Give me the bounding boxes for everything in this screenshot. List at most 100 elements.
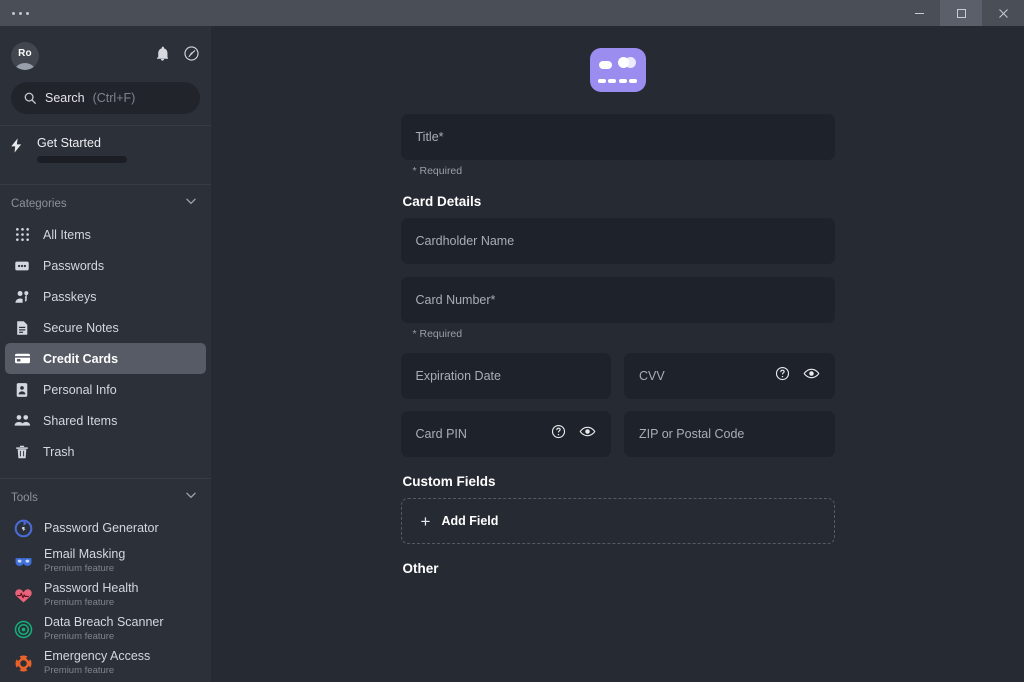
zip-postal-code-input[interactable]: ZIP or Postal Code xyxy=(624,411,835,457)
expiration-date-placeholder: Expiration Date xyxy=(415,369,501,383)
tool-item-body: Password Generator xyxy=(44,521,159,536)
grid-icon xyxy=(13,227,31,242)
bell-icon[interactable] xyxy=(154,45,171,67)
tools-list: Password Generator Email Masking Premium… xyxy=(0,513,211,680)
app-window: Ro Search (Ctrl+F) Get Started Categorie… xyxy=(0,0,1024,682)
get-started-progress-track xyxy=(37,156,127,163)
sidebar-item-trash[interactable]: Trash xyxy=(5,436,206,467)
close-button[interactable] xyxy=(982,0,1024,26)
card-pin-placeholder: Card PIN xyxy=(415,427,467,441)
lifebuoy-icon xyxy=(13,653,33,673)
title-required-note: * Required xyxy=(412,165,463,177)
chevron-down-icon[interactable] xyxy=(184,488,198,507)
sidebar-item-label: Trash xyxy=(43,444,75,459)
tool-item-email-masking[interactable]: Email Masking Premium feature xyxy=(5,544,206,578)
card-pin-input[interactable]: Card PIN xyxy=(400,411,611,457)
categories-section-header[interactable]: Categories xyxy=(0,185,211,219)
sidebar-item-shared-items[interactable]: Shared Items xyxy=(5,405,206,436)
tool-item-premium-label: Premium feature xyxy=(44,563,115,574)
credit-card-icon xyxy=(13,350,31,367)
card-details-heading: Card Details xyxy=(402,194,482,209)
chevron-down-icon[interactable] xyxy=(184,194,198,213)
tools-section-header[interactable]: Tools xyxy=(0,479,211,513)
tool-item-premium-label: Premium feature xyxy=(44,597,115,608)
expiration-cvv-row: Expiration Date CVV xyxy=(400,353,835,399)
heart-pulse-icon xyxy=(13,585,33,605)
card-chip-shape xyxy=(598,61,612,69)
minimize-button[interactable] xyxy=(898,0,940,26)
card-number-placeholder: Card Number* xyxy=(415,293,496,307)
eye-icon[interactable] xyxy=(803,365,820,387)
sidebar-item-secure-notes[interactable]: Secure Notes xyxy=(5,312,206,343)
avatar-initials: Ro xyxy=(18,48,32,59)
custom-fields-heading: Custom Fields xyxy=(402,474,496,489)
sidebar-header-icons xyxy=(154,45,200,67)
sidebar-item-label: All Items xyxy=(43,227,91,242)
sidebar-header: Ro Search (Ctrl+F) xyxy=(0,26,211,114)
app-menu-icon[interactable] xyxy=(12,11,29,15)
tool-item-body: Email Masking Premium feature xyxy=(44,547,125,575)
tool-item-label: Email Masking xyxy=(44,547,126,561)
tools-title: Tools xyxy=(11,491,38,504)
gear-icon[interactable] xyxy=(183,45,200,67)
title-bar-left xyxy=(0,11,29,15)
scanner-icon xyxy=(13,619,33,639)
sidebar-item-credit-cards[interactable]: Credit Cards xyxy=(5,343,206,374)
add-field-label: Add Field xyxy=(441,514,499,528)
zip-placeholder: ZIP or Postal Code xyxy=(639,427,745,441)
tool-item-label: Emergency Access xyxy=(44,649,151,663)
people-icon xyxy=(13,412,31,429)
tool-item-password-generator[interactable]: Password Generator xyxy=(5,513,206,544)
card-number-required-note: * Required xyxy=(412,328,463,340)
sidebar-item-label: Credit Cards xyxy=(43,351,119,366)
sidebar-item-passwords[interactable]: Passwords xyxy=(5,250,206,281)
question-circle-icon[interactable] xyxy=(551,424,566,444)
tool-item-label: Data Breach Scanner xyxy=(44,615,164,629)
refresh-circle-icon xyxy=(13,519,33,539)
categories-list: All Items Passwords Passkeys Secure Note… xyxy=(0,219,211,467)
cvv-placeholder: CVV xyxy=(639,369,665,383)
eye-icon[interactable] xyxy=(579,423,596,445)
cvv-field-icons xyxy=(775,365,820,387)
credit-card-large-icon[interactable] xyxy=(589,48,646,92)
tool-item-password-health[interactable]: Password Health Premium feature xyxy=(5,578,206,612)
cardholder-name-input[interactable]: Cardholder Name xyxy=(400,218,835,264)
sidebar-item-label: Shared Items xyxy=(43,413,118,428)
sidebar-item-label: Passwords xyxy=(43,258,105,273)
tool-item-emergency-access[interactable]: Emergency Access Premium feature xyxy=(5,646,206,680)
title-input[interactable]: Title* xyxy=(400,114,835,160)
tool-item-label: Password Generator xyxy=(44,521,159,535)
sidebar-item-passkeys[interactable]: Passkeys xyxy=(5,281,206,312)
card-pin-field-icons xyxy=(551,423,596,445)
add-field-button[interactable]: + Add Field xyxy=(400,498,835,544)
sidebar-item-personal-info[interactable]: Personal Info xyxy=(5,374,206,405)
search-placeholder: Search xyxy=(45,91,85,105)
sidebar-account-row: Ro xyxy=(11,36,200,76)
lightning-icon xyxy=(8,136,25,159)
plus-icon: + xyxy=(420,511,431,531)
cardholder-name-placeholder: Cardholder Name xyxy=(415,234,515,248)
main-content: Title* * Required Card Details Cardholde… xyxy=(211,26,1024,682)
mask-icon xyxy=(13,551,33,571)
question-circle-icon[interactable] xyxy=(775,366,790,386)
avatar-silhouette xyxy=(13,63,37,70)
other-heading: Other xyxy=(402,561,439,576)
sidebar-item-all-items[interactable]: All Items xyxy=(5,219,206,250)
tool-item-premium-label: Premium feature xyxy=(44,631,115,642)
id-card-icon xyxy=(13,382,31,398)
avatar[interactable]: Ro xyxy=(11,42,39,70)
tool-item-body: Emergency Access Premium feature xyxy=(44,649,150,677)
cvv-input[interactable]: CVV xyxy=(624,353,835,399)
card-number-input[interactable]: Card Number* xyxy=(400,277,835,323)
tool-item-data-breach-scanner[interactable]: Data Breach Scanner Premium feature xyxy=(5,612,206,646)
maximize-button[interactable] xyxy=(940,0,982,26)
note-icon xyxy=(13,320,31,336)
tool-item-body: Data Breach Scanner Premium feature xyxy=(44,615,164,643)
search-input[interactable]: Search (Ctrl+F) xyxy=(11,82,200,114)
trash-icon xyxy=(13,444,31,460)
tool-item-label: Password Health xyxy=(44,581,139,595)
expiration-date-input[interactable]: Expiration Date xyxy=(400,353,611,399)
get-started-item[interactable]: Get Started xyxy=(0,126,211,173)
